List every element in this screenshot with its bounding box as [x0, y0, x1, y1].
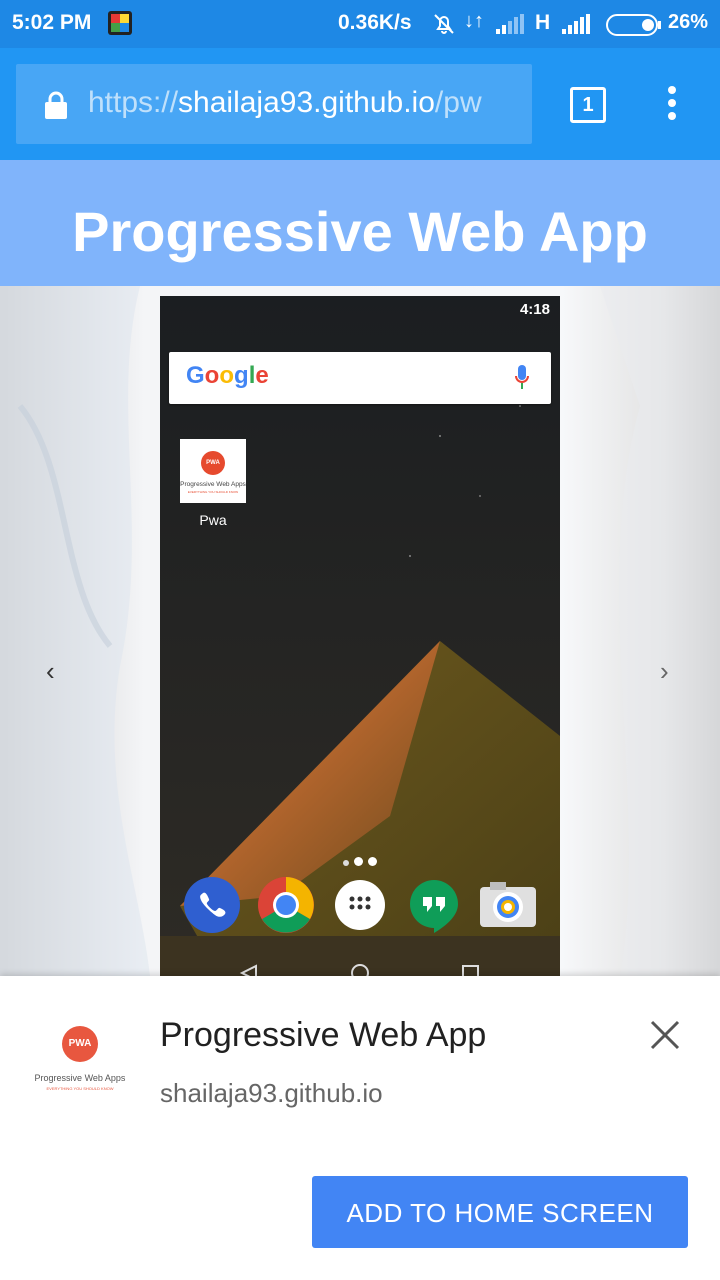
- battery-percent: 26%: [668, 11, 709, 33]
- tab-switcher-button[interactable]: 1: [570, 87, 606, 123]
- google-search-widget: Google: [169, 352, 551, 404]
- url-bar[interactable]: https://shailaja93.github.io/pw: [16, 64, 532, 144]
- notification-app-icon: [108, 11, 132, 35]
- network-speed: 0.36K/s: [338, 11, 412, 34]
- page-title: Progressive Web App: [72, 200, 648, 263]
- pwa-tile-title: Progressive Web Apps: [180, 481, 246, 488]
- app-drawer-icon: [332, 877, 388, 933]
- status-time: 5:02 PM: [12, 11, 92, 34]
- pwa-shortcut-label: Pwa: [199, 512, 227, 528]
- signal-icon: [496, 14, 526, 39]
- pwa-shortcut-tile: PWA Progressive Web Apps EVERYTHING YOU …: [180, 439, 246, 503]
- status-bar: 5:02 PM 0.36K/s ↓↑ H 26%: [0, 0, 720, 48]
- close-icon[interactable]: [648, 1018, 682, 1052]
- app-icon-title: Progressive Web Apps: [34, 1073, 126, 1083]
- hangouts-icon: [406, 877, 462, 933]
- mute-icon: [432, 12, 456, 41]
- screenshot-status-time: 4:18: [519, 301, 550, 318]
- data-transfer-icon: ↓↑: [464, 10, 484, 32]
- add-to-home-sheet: PWA Progressive Web Apps EVERYTHING YOU …: [0, 976, 720, 1280]
- add-to-home-screen-button[interactable]: ADD TO HOME SCREEN: [312, 1176, 688, 1248]
- app-icon-badge: PWA: [62, 1026, 98, 1062]
- camera-icon: [480, 877, 536, 933]
- url-text: https://shailaja93.github.io/pw: [88, 86, 518, 120]
- url-path: /pw: [434, 86, 482, 119]
- android-nav-bar: [239, 964, 479, 976]
- phone-icon: [184, 877, 240, 933]
- chrome-icon: [258, 877, 314, 933]
- url-scheme: https://: [88, 86, 179, 119]
- overflow-menu-icon[interactable]: [665, 86, 679, 125]
- pwa-tile-tagline: EVERYTHING YOU SHOULD KNOW: [187, 490, 239, 494]
- app-name: Progressive Web App: [160, 1016, 487, 1054]
- lock-icon: [44, 90, 68, 125]
- carousel-next-button[interactable]: ›: [660, 656, 669, 687]
- battery-icon: [606, 14, 662, 41]
- pwa-badge: PWA: [201, 451, 225, 475]
- app-origin: shailaja93.github.io: [160, 1078, 383, 1108]
- app-icon: PWA Progressive Web Apps EVERYTHING YOU …: [34, 1026, 130, 1091]
- signal-icon-2: [562, 14, 594, 39]
- carousel-prev-button[interactable]: ‹: [46, 656, 55, 687]
- app-icon-tagline: EVERYTHING YOU SHOULD KNOW: [46, 1086, 114, 1091]
- google-logo: Google: [186, 362, 269, 389]
- network-type: H: [535, 11, 551, 34]
- mic-icon: [515, 365, 529, 396]
- page-header: Progressive Web App: [0, 160, 720, 286]
- carousel-screenshot: 4:18 Google PWA Progressive Web Apps EVE…: [160, 296, 560, 976]
- url-host: shailaja93.github.io: [178, 86, 435, 119]
- browser-toolbar: https://shailaja93.github.io/pw 1: [0, 48, 720, 160]
- screenshot-carousel: ‹ › 4:18 Google PWA Progressive Web Apps…: [0, 286, 720, 976]
- home-page-indicator: [343, 853, 382, 871]
